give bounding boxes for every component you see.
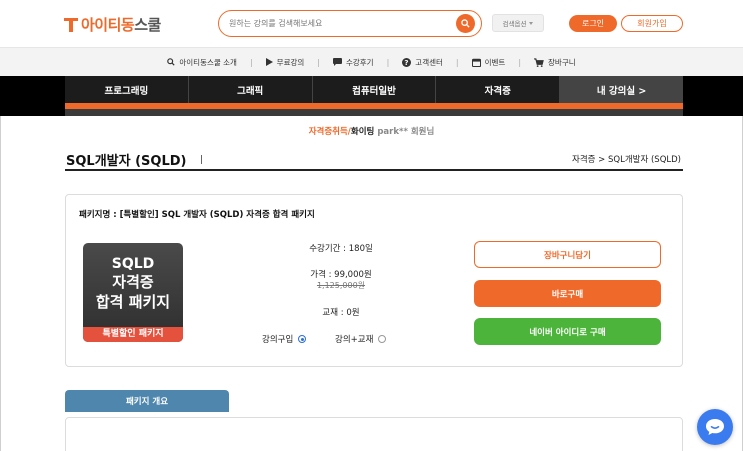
- subnav-item-cart[interactable]: 장바구니: [521, 57, 589, 68]
- search-button[interactable]: [456, 14, 475, 33]
- greeting-slogan: 자격증취득/: [308, 127, 351, 137]
- subnav-item-free-lectures[interactable]: 무료강의: [253, 57, 318, 68]
- thumbnail-line3: 합격 패키지: [95, 293, 171, 311]
- logo-icon: [64, 17, 78, 32]
- option-label: 강의+교재: [335, 335, 374, 345]
- greeting-username: park** 회원님: [377, 127, 435, 137]
- radio-selected[interactable]: [298, 335, 307, 343]
- option-lecture-and-book[interactable]: 강의+교재: [335, 333, 387, 345]
- overview-content: [65, 417, 683, 451]
- chat-button[interactable]: [697, 409, 733, 445]
- package-name: 패키지명 : [특별할인] SQL 개발자 (SQLD) 자격증 합격 패키지: [79, 210, 315, 220]
- title-underline: [65, 169, 683, 171]
- radio-unselected[interactable]: [378, 335, 387, 343]
- book-price: 교재 : 0원: [322, 308, 360, 318]
- subnav-label: 고객센터: [415, 57, 443, 67]
- chat-icon: [706, 419, 724, 435]
- page-left-border: [0, 116, 1, 451]
- greeting-cheer: 화이팅: [350, 127, 378, 137]
- login-button[interactable]: 로그인: [569, 15, 617, 32]
- logo-text-part3: 스쿨: [134, 16, 161, 34]
- search-icon: [167, 58, 175, 66]
- logo-text-part1: 아이티: [81, 16, 121, 34]
- subnav-item-about[interactable]: 아이티동스쿨 소개: [154, 57, 250, 68]
- sub-navigation: 아이티동스쿨 소개 | 무료강의 | 수강후기 | ? 고객센터 | 이벤트 |…: [0, 47, 743, 76]
- thumbnail-line2: 자격증: [112, 273, 154, 291]
- tab-package-overview[interactable]: 패키지 개요: [65, 390, 229, 412]
- buy-now-button[interactable]: 바로구매: [474, 280, 661, 307]
- search-option-select[interactable]: 검색옵션: [492, 14, 544, 32]
- package-thumbnail: SQLD 자격증 합격 패키지 특별할인 패키지: [83, 243, 183, 342]
- subnav-item-support[interactable]: ? 고객센터: [389, 57, 456, 68]
- breadcrumb: 자격증 > SQL개발자 (SQLD): [572, 155, 681, 165]
- calendar-icon: [471, 58, 481, 67]
- tab-my-classroom[interactable]: 내 강의실 >: [560, 76, 683, 103]
- tab-programming[interactable]: 프로그래밍: [65, 76, 189, 103]
- naver-purchase-button[interactable]: 네이버 아이디로 구매: [474, 318, 661, 345]
- site-logo[interactable]: 아이티동스쿨: [64, 14, 161, 35]
- add-to-cart-button[interactable]: 장바구니담기: [474, 241, 661, 268]
- thumbnail-band: 특별할인 패키지: [83, 327, 183, 342]
- main-nav-tabs: 프로그래밍 그래픽 컴퓨터일반 자격증 내 강의실 >: [65, 76, 683, 103]
- package-price: 가격 : 99,000원: [310, 270, 372, 280]
- study-period: 수강기간 : 180일: [309, 244, 373, 254]
- search-option-label: 검색옵션: [502, 20, 527, 28]
- logo-text: 아이티동스쿨: [81, 14, 161, 35]
- title-divider: [201, 155, 202, 164]
- subnav-label: 수강후기: [345, 57, 374, 67]
- search-box: [218, 10, 482, 37]
- join-button[interactable]: 회원가입: [621, 15, 683, 32]
- nav-divider: [65, 109, 683, 116]
- search-input[interactable]: [229, 16, 449, 31]
- chevron-down-icon: [529, 21, 534, 25]
- question-icon: ?: [402, 57, 412, 67]
- chat-icon: [332, 58, 342, 66]
- option-lecture-only[interactable]: 강의구입: [262, 333, 307, 345]
- subnav-label: 장바구니: [548, 57, 576, 67]
- play-icon: [265, 58, 273, 66]
- subnav-label: 아이티동스쿨 소개: [179, 57, 237, 67]
- svg-text:?: ?: [405, 58, 409, 67]
- subnav-item-events[interactable]: 이벤트: [459, 57, 519, 68]
- subnav-item-reviews[interactable]: 수강후기: [320, 57, 387, 68]
- thumbnail-line1: SQLD: [111, 256, 155, 272]
- tab-computer-general[interactable]: 컴퓨터일반: [312, 76, 437, 103]
- option-label: 강의구입: [262, 335, 294, 345]
- search-icon: [461, 19, 470, 28]
- user-greeting: 자격증취득/화이팅 park** 회원님: [0, 125, 743, 137]
- cart-icon: [534, 57, 544, 67]
- package-card: 패키지명 : [특별할인] SQL 개발자 (SQLD) 자격증 합격 패키지 …: [65, 194, 683, 367]
- logo-text-part2: 동: [120, 16, 135, 34]
- main-navigation: 프로그래밍 그래픽 컴퓨터일반 자격증 내 강의실 >: [0, 76, 743, 116]
- original-price: 1,125,000원: [316, 281, 366, 290]
- tab-certification[interactable]: 자격증: [436, 76, 561, 103]
- page-title: SQL개발자 (SQLD): [66, 154, 187, 169]
- top-header: 아이티동스쿨 검색옵션 로그인 회원가입: [0, 0, 743, 47]
- tab-graphics[interactable]: 그래픽: [188, 76, 313, 103]
- subnav-label: 이벤트: [484, 57, 506, 67]
- subnav-label: 무료강의: [276, 57, 305, 67]
